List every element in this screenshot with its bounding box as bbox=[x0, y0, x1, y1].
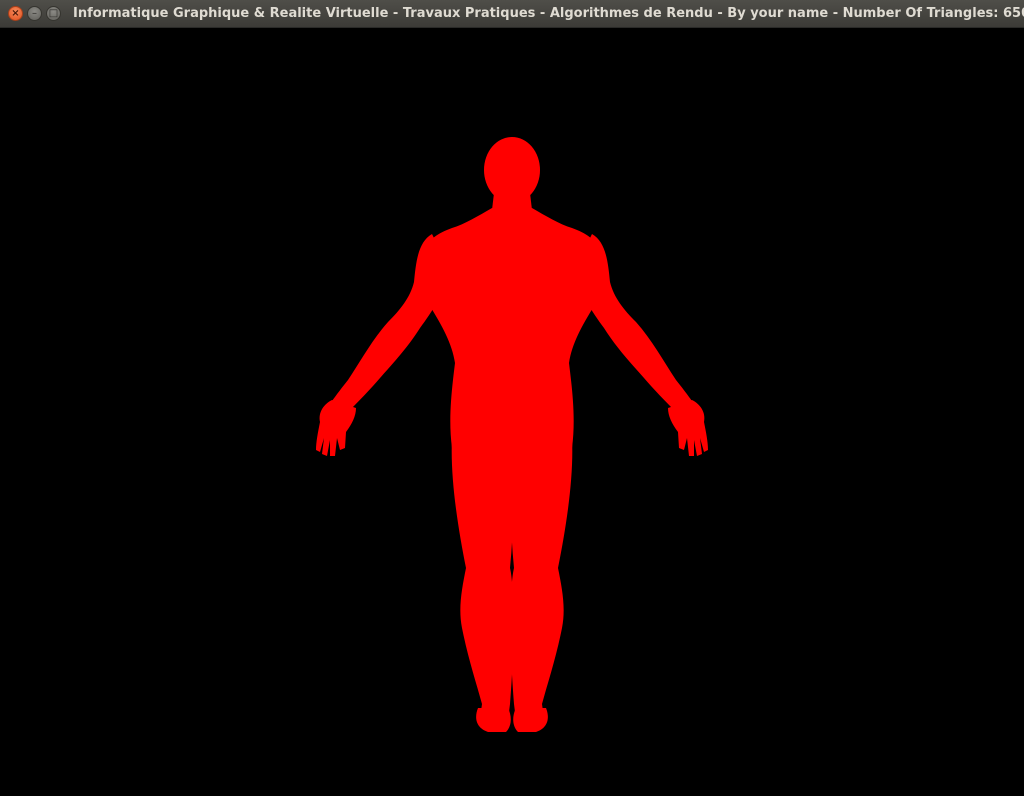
close-icon[interactable]: × bbox=[8, 6, 23, 21]
figure-left-hand bbox=[316, 400, 356, 456]
figure-right-arm bbox=[574, 234, 694, 416]
figure-left-leg bbox=[451, 438, 514, 720]
render-viewport[interactable] bbox=[0, 28, 1024, 796]
window-controls: × – □ bbox=[8, 6, 61, 21]
title-bar[interactable]: × – □ Informatique Graphique & Realite V… bbox=[0, 0, 1024, 28]
figure-right-foot bbox=[513, 708, 548, 732]
maximize-icon[interactable]: □ bbox=[46, 6, 61, 21]
figure-left-arm bbox=[330, 234, 450, 416]
app-window: × – □ Informatique Graphique & Realite V… bbox=[0, 0, 1024, 796]
window-title: Informatique Graphique & Realite Virtuel… bbox=[73, 6, 1024, 21]
minimize-icon[interactable]: – bbox=[27, 6, 42, 21]
figure-left-foot bbox=[476, 708, 511, 732]
figure-right-hand bbox=[668, 400, 708, 456]
figure-torso bbox=[420, 208, 604, 453]
human-figure-mesh bbox=[316, 137, 708, 732]
figure-right-leg bbox=[510, 438, 573, 720]
render-canvas bbox=[316, 137, 708, 732]
